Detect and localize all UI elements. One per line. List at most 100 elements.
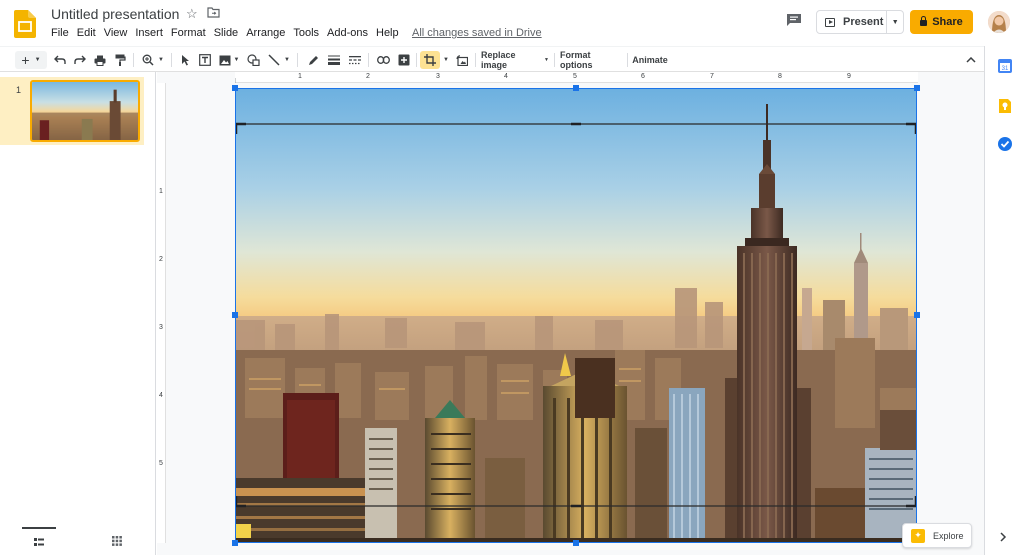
format-options-label: Format options — [560, 50, 593, 70]
line-icon — [268, 54, 280, 66]
select-cursor-icon[interactable] — [177, 51, 193, 69]
add-comment-icon[interactable] — [396, 51, 412, 69]
resize-handle[interactable] — [914, 85, 920, 91]
redo-icon[interactable] — [72, 51, 88, 69]
toolbar-divider — [133, 53, 134, 67]
line-tool-button[interactable]: ▼ — [265, 51, 293, 69]
side-panel: 31 — [984, 46, 1024, 555]
resize-handle[interactable] — [573, 85, 579, 91]
collapse-menu-chevron-up-icon[interactable] — [964, 51, 978, 69]
slide-filmstrip: 1 — [0, 72, 156, 555]
border-dash-icon[interactable] — [347, 51, 363, 69]
resize-handle[interactable] — [232, 312, 238, 318]
toolbar-divider — [297, 53, 298, 67]
ruler-mark: 3 — [436, 73, 440, 80]
slides-logo-icon[interactable] — [14, 10, 36, 38]
ruler-mark: 2 — [159, 256, 163, 263]
slide-canvas[interactable] — [235, 88, 917, 543]
text-box-icon[interactable] — [197, 51, 213, 69]
ruler-mark: 5 — [573, 73, 577, 80]
zoom-button[interactable]: ▼ — [139, 51, 167, 69]
resize-handle[interactable] — [232, 540, 238, 546]
document-title[interactable]: Untitled presentation — [51, 6, 179, 22]
svg-text:31: 31 — [1002, 66, 1009, 72]
resize-handle[interactable] — [573, 540, 579, 546]
menu-view[interactable]: View — [104, 27, 128, 39]
menu-tools[interactable]: Tools — [293, 27, 319, 39]
animate-label: Animate — [632, 55, 668, 65]
menu-file[interactable]: File — [51, 27, 69, 39]
border-color-icon[interactable] — [305, 51, 321, 69]
chevron-down-icon: ▼ — [34, 57, 41, 63]
vertical-ruler[interactable]: 1 2 3 4 5 — [157, 83, 166, 543]
menu-format[interactable]: Format — [171, 27, 206, 39]
filmstrip-view-icon[interactable] — [22, 527, 56, 555]
ruler-mark: 3 — [159, 324, 163, 331]
crop-image-button[interactable] — [420, 51, 440, 69]
horizontal-ruler[interactable]: 2 3 4 5 6 7 8 9 1 — [235, 72, 918, 83]
comment-history-icon[interactable] — [786, 13, 802, 27]
menu-addons[interactable]: Add-ons — [327, 27, 368, 39]
chevron-down-icon: ▼ — [544, 57, 549, 63]
insert-image-button[interactable]: ▼ — [217, 51, 241, 69]
avatar[interactable] — [988, 11, 1010, 33]
border-weight-icon[interactable] — [326, 51, 342, 69]
toolbar-divider — [554, 53, 555, 67]
resize-handle[interactable] — [914, 312, 920, 318]
keep-icon[interactable] — [997, 98, 1013, 114]
shape-icon[interactable] — [245, 51, 261, 69]
grid-view-icon[interactable] — [100, 527, 134, 555]
slide-thumbnail[interactable] — [30, 80, 140, 142]
move-folder-icon[interactable] — [207, 7, 220, 18]
share-button[interactable]: Share — [910, 10, 973, 34]
reset-image-icon[interactable] — [454, 51, 470, 69]
zoom-icon — [142, 54, 154, 66]
format-options-button[interactable]: Format options — [560, 50, 622, 70]
chevron-down-icon: ▼ — [233, 57, 240, 63]
expand-panel-chevron-right-icon[interactable] — [999, 529, 1011, 542]
toolbar-divider — [368, 53, 369, 67]
ruler-mark: 1 — [298, 73, 302, 80]
filmstrip-slide-item[interactable]: 1 — [0, 77, 144, 145]
new-slide-button[interactable]: + ▼ — [15, 51, 47, 69]
present-dropdown-chevron-icon[interactable]: ▼ — [887, 19, 903, 26]
menu-bar: File Edit View Insert Format Slide Arran… — [51, 27, 407, 39]
slide-number: 1 — [16, 85, 22, 95]
ruler-mark: 1 — [159, 188, 163, 195]
toolbar-divider — [171, 53, 172, 67]
menu-slide[interactable]: Slide — [214, 27, 238, 39]
explore-button[interactable]: ✦ Explore — [902, 523, 972, 548]
present-button[interactable]: Present ▼ — [816, 10, 904, 34]
menu-edit[interactable]: Edit — [77, 27, 96, 39]
present-label: Present — [843, 16, 884, 28]
star-icon[interactable]: ☆ — [186, 6, 198, 22]
paint-format-icon[interactable] — [112, 51, 128, 69]
crop-dropdown-chevron-icon[interactable]: ▼ — [441, 51, 451, 69]
ruler-mark: 4 — [159, 392, 163, 399]
explore-star-icon: ✦ — [911, 528, 925, 543]
link-icon[interactable] — [375, 51, 391, 69]
ruler-mark: 2 — [366, 73, 370, 80]
city-skyline-image[interactable] — [235, 88, 917, 543]
calendar-icon[interactable]: 31 — [997, 58, 1013, 74]
ruler-mark: 6 — [641, 73, 645, 80]
ruler-mark: 9 — [847, 73, 851, 80]
toolbar-divider — [627, 53, 628, 67]
save-status-link[interactable]: All changes saved in Drive — [412, 27, 542, 39]
present-play-icon — [825, 17, 835, 27]
tasks-icon[interactable] — [997, 136, 1013, 152]
plus-icon: + — [21, 52, 30, 68]
print-icon[interactable] — [92, 51, 108, 69]
menu-insert[interactable]: Insert — [135, 27, 163, 39]
animate-button[interactable]: Animate — [632, 51, 668, 69]
menu-arrange[interactable]: Arrange — [246, 27, 285, 39]
app-header: Untitled presentation ☆ File Edit View I… — [0, 0, 1024, 46]
chevron-down-icon: ▼ — [284, 57, 290, 63]
menu-help[interactable]: Help — [376, 27, 399, 39]
chevron-down-icon: ▼ — [158, 57, 164, 63]
resize-handle[interactable] — [232, 85, 238, 91]
ruler-mark: 5 — [159, 460, 163, 467]
undo-icon[interactable] — [52, 51, 68, 69]
present-main[interactable]: Present — [817, 11, 888, 33]
replace-image-button[interactable]: Replace image ▼ — [481, 50, 549, 70]
